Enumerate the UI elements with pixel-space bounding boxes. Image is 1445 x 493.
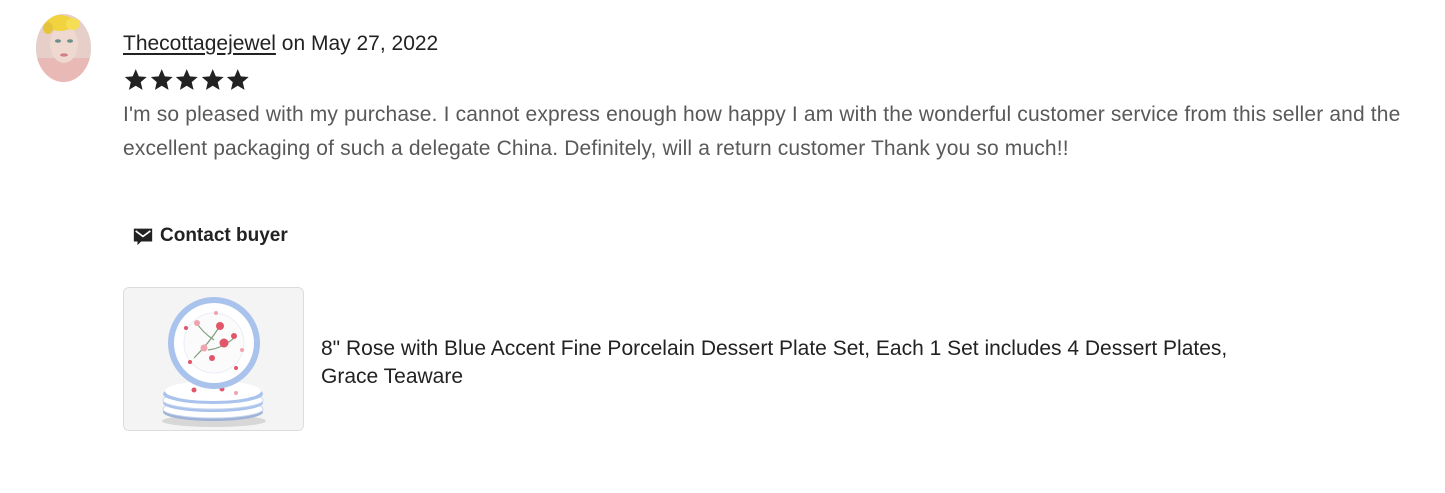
star-icon [226, 69, 249, 90]
star-icon [124, 69, 147, 90]
review-text: I'm so pleased with my purchase. I canno… [123, 103, 1401, 160]
star-icon [201, 69, 224, 90]
contact-buyer-label: Contact buyer [160, 225, 288, 246]
envelope-icon [133, 228, 153, 246]
avatar-portrait-image [36, 14, 91, 82]
review: Thecottagejewel on May 27, 2022 I'm so p… [123, 30, 1423, 166]
product-title-link[interactable]: 8" Rose with Blue Accent Fine Porcelain … [321, 335, 1241, 391]
review-date: May 27, 2022 [310, 32, 439, 55]
star-icon [150, 69, 173, 90]
product-thumbnail[interactable] [123, 287, 304, 431]
avatar[interactable] [36, 14, 91, 82]
star-icon [175, 69, 198, 90]
review-date-prefix: on [281, 32, 306, 55]
review-meta: Thecottagejewel on May 27, 2022 [123, 30, 1423, 58]
contact-buyer-button[interactable]: Contact buyer [126, 217, 294, 255]
review-author-link[interactable]: Thecottagejewel [123, 32, 276, 55]
star-rating [123, 67, 1423, 95]
dessert-plate-image [124, 288, 303, 430]
